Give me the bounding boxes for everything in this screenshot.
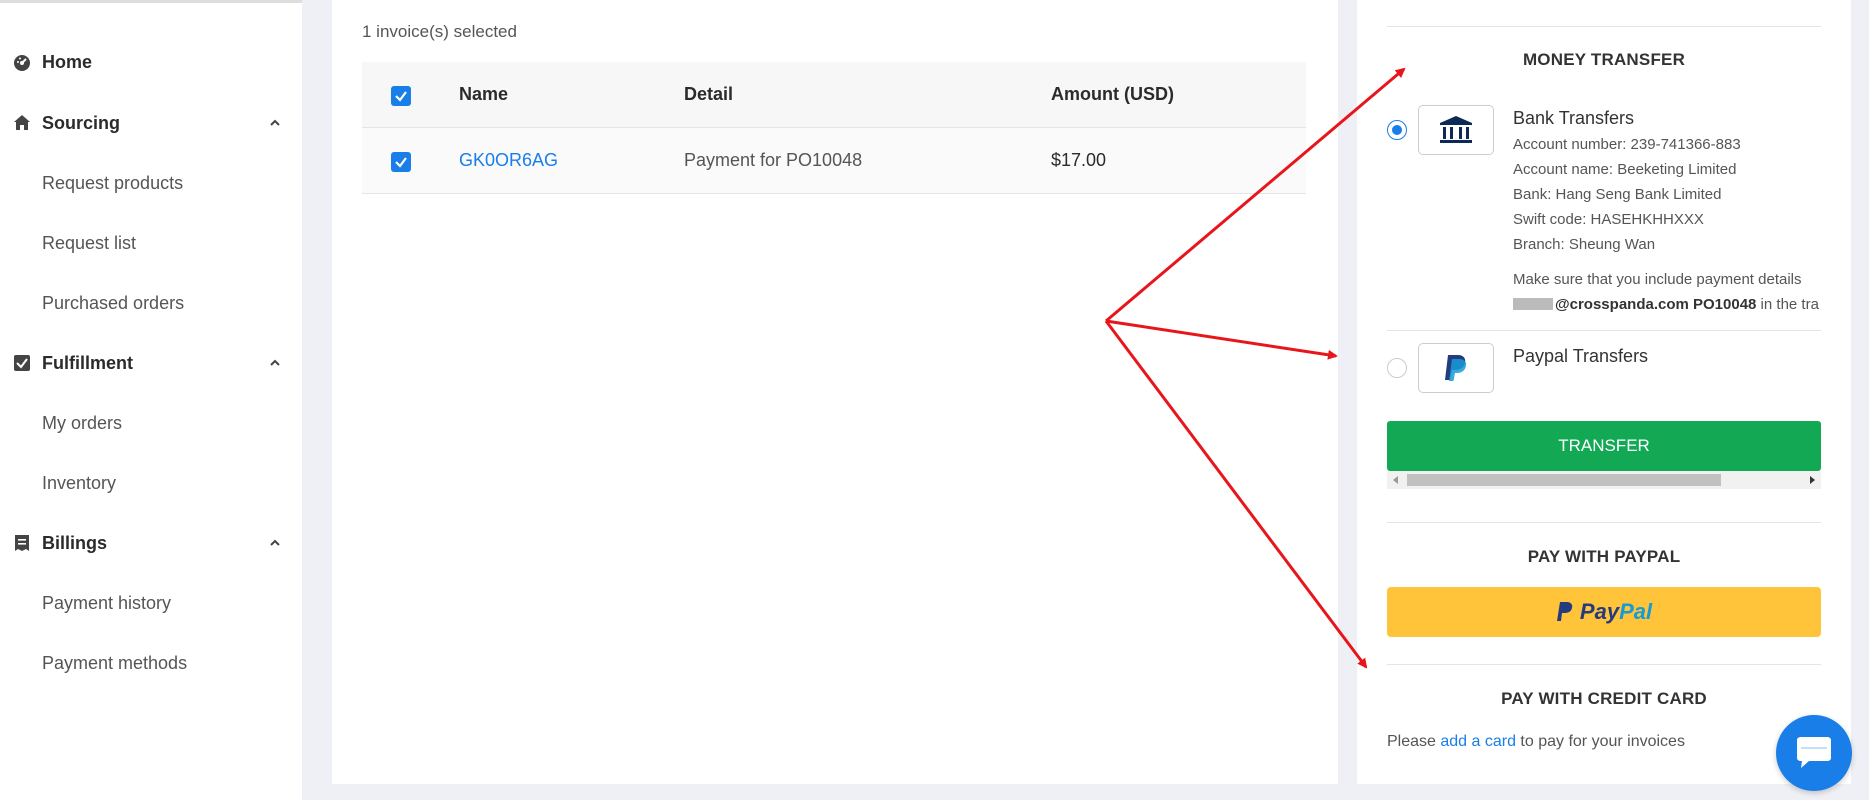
payment-panel: MONEY TRANSFER Bank Transfers Account nu…	[1357, 0, 1851, 784]
paypal-transfer-title: Paypal Transfers	[1513, 346, 1649, 366]
column-header-name: Name	[459, 84, 509, 104]
check-icon	[395, 157, 407, 168]
sidebar-item-fulfillment[interactable]: Fulfillment	[0, 343, 302, 383]
bank-transfer-title: Bank Transfers	[1513, 108, 1635, 128]
divider	[1387, 522, 1821, 523]
paypal-icon	[1445, 355, 1467, 381]
sidebar-item-label: My orders	[42, 412, 123, 433]
scrollbar-thumb[interactable]	[1407, 474, 1721, 486]
select-all-checkbox[interactable]	[391, 86, 411, 106]
table-row: GK0OR6AG Payment for PO10048 $17.00	[362, 128, 1306, 194]
chevron-up-icon[interactable]	[268, 116, 282, 130]
payment-reference-email: @crosspanda.com PO10048	[1555, 296, 1757, 313]
sidebar-item-request-list[interactable]: Request list	[0, 223, 302, 263]
check-icon	[395, 91, 407, 102]
add-card-text: Please add a card to pay for your invoic…	[1387, 733, 1685, 750]
table-header: Name Detail Amount (USD)	[362, 62, 1306, 128]
dashboard-icon	[12, 52, 32, 72]
invoice-card: 1 invoice(s) selected Name Detail Amount…	[332, 0, 1338, 784]
home-icon	[12, 113, 32, 133]
chevron-up-icon[interactable]	[268, 356, 282, 370]
invoice-detail: Payment for PO10048	[684, 150, 863, 170]
scroll-left-icon[interactable]	[1393, 476, 1398, 484]
invoice-table: Name Detail Amount (USD) GK0OR6AG Paymen…	[362, 62, 1306, 194]
sidebar-item-inventory[interactable]: Inventory	[0, 463, 302, 503]
chat-icon	[1797, 737, 1831, 768]
bank-logo-box	[1418, 105, 1494, 155]
pay-with-paypal-title: PAY WITH PAYPAL	[1527, 547, 1681, 566]
add-card-link[interactable]: add a card	[1440, 733, 1516, 750]
bank-swift-code: Swift code: HASEHKHHXXX	[1513, 211, 1704, 228]
checkbox-icon	[12, 353, 32, 373]
sidebar-item-purchased-orders[interactable]: Purchased orders	[0, 283, 302, 323]
payment-panel-inner: MONEY TRANSFER Bank Transfers Account nu…	[1387, 0, 1821, 784]
column-header-detail: Detail	[684, 84, 734, 104]
bank-name: Bank: Hang Seng Bank Limited	[1513, 186, 1722, 203]
divider	[1387, 330, 1821, 331]
sidebar-item-billings[interactable]: Billings	[0, 523, 302, 563]
invoice-name-link[interactable]: GK0OR6AG	[459, 150, 558, 171]
sidebar-item-label: Billings	[42, 532, 108, 553]
sidebar: Home Sourcing Request products Request l…	[0, 0, 302, 800]
chevron-up-icon[interactable]	[268, 536, 282, 550]
sidebar-item-label: Request list	[42, 232, 137, 253]
payment-note-tail: in the tra	[1756, 296, 1819, 313]
sidebar-item-label: Purchased orders	[42, 292, 185, 313]
horizontal-scrollbar[interactable]	[1387, 471, 1821, 489]
payment-note: Make sure that you include payment detai…	[1513, 271, 1802, 288]
bank-account-number: Account number: 239-741366-883	[1513, 136, 1741, 153]
transfer-button[interactable]: TRANSFER	[1387, 421, 1821, 471]
bank-icon	[1440, 116, 1472, 143]
column-header-amount: Amount (USD)	[1051, 84, 1174, 104]
sidebar-item-label: Sourcing	[42, 112, 121, 133]
selected-count: 1 invoice(s) selected	[362, 22, 517, 41]
sidebar-item-payment-history[interactable]: Payment history	[0, 583, 302, 623]
sidebar-item-label: Inventory	[42, 472, 117, 493]
sidebar-item-label: Payment methods	[42, 652, 188, 673]
sidebar-item-label: Request products	[42, 172, 184, 193]
scroll-right-icon[interactable]	[1810, 476, 1815, 484]
sidebar-item-sourcing[interactable]: Sourcing	[0, 103, 302, 143]
divider	[1387, 26, 1821, 27]
paypal-logo-box	[1418, 343, 1494, 393]
money-transfer-title: MONEY TRANSFER	[1522, 50, 1686, 69]
receipt-icon	[12, 533, 32, 553]
bank-transfer-radio[interactable]	[1387, 120, 1407, 140]
sidebar-item-my-orders[interactable]: My orders	[0, 403, 302, 443]
sidebar-item-payment-methods[interactable]: Payment methods	[0, 643, 302, 683]
paypal-button[interactable]: PayPal	[1387, 587, 1821, 637]
bank-account-name: Account name: Beeketing Limited	[1513, 161, 1737, 178]
pay-with-card-title: PAY WITH CREDIT CARD	[1501, 689, 1707, 708]
sidebar-item-request-products[interactable]: Request products	[0, 163, 302, 203]
payment-note-reference: @crosspanda.com PO10048 in the tra	[1513, 296, 1819, 313]
paypal-transfer-radio[interactable]	[1387, 358, 1407, 378]
chat-button[interactable]	[1776, 715, 1852, 791]
bank-branch: Branch: Sheung Wan	[1513, 236, 1656, 253]
redacted-text	[1513, 298, 1553, 310]
paypal-icon	[1556, 602, 1573, 621]
sidebar-item-label: Fulfillment	[42, 352, 133, 373]
sidebar-item-label: Payment history	[42, 592, 172, 613]
paypal-wordmark: PayPal	[1579, 599, 1653, 624]
invoice-amount: $17.00	[1051, 150, 1107, 170]
divider	[1387, 664, 1821, 665]
row-checkbox[interactable]	[391, 152, 411, 172]
sidebar-item-home[interactable]: Home	[0, 42, 302, 82]
sidebar-item-label: Home	[42, 51, 93, 72]
